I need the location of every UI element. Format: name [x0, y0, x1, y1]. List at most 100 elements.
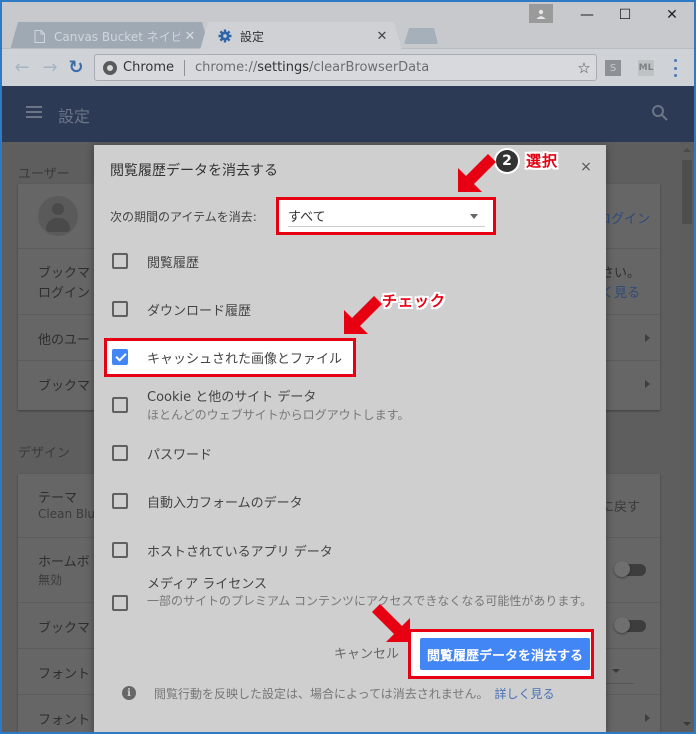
maximize-button[interactable]: ☐: [605, 4, 645, 26]
row-label: フォント: [38, 713, 91, 728]
tab-title: Canvas Bucket ネイビー | す: [54, 29, 180, 44]
tab-canvas-bucket[interactable]: Canvas Bucket ネイビー | す ✕: [10, 22, 210, 50]
bookmark-star-icon[interactable]: ☆: [572, 59, 596, 77]
checkbox-label: メディア ライセンス: [147, 577, 267, 592]
close-icon[interactable]: ×: [578, 159, 594, 175]
checkbox-row-media-licenses[interactable]: メディア ライセンス 一部のサイトのプレミアム コンテンツにアクセスできなくなる…: [94, 571, 606, 633]
time-range-select[interactable]: すべて: [281, 202, 491, 230]
browser-window: Canvas Bucket ネイビー | す ✕ 設定 ✕ — ☐ ✕ ← → …: [2, 2, 694, 732]
tab-settings[interactable]: 設定 ✕: [200, 22, 402, 50]
title-bar: Canvas Bucket ネイビー | す ✕ 設定 ✕ — ☐ ✕: [2, 2, 694, 50]
close-icon[interactable]: ✕: [180, 29, 200, 44]
checkbox-row-hosted-app-data[interactable]: ホストされているアプリ データ: [94, 538, 606, 562]
home-button-toggle[interactable]: [614, 561, 648, 577]
scroll-thumb[interactable]: [682, 160, 692, 224]
checkbox-browsing-history[interactable]: [112, 253, 128, 269]
arrow-right-icon: [645, 714, 650, 722]
check-annotation-label: チェック: [382, 292, 447, 310]
checkbox-autofill[interactable]: [112, 493, 128, 509]
checkbox-label: 閲覧履歴: [147, 256, 200, 271]
row-label: ホームボ: [38, 555, 90, 570]
checkbox-download-history[interactable]: [112, 301, 128, 317]
scroll-down-icon[interactable]: [683, 722, 691, 726]
page-title: 設定: [58, 107, 91, 126]
section-label-design: デザイン: [18, 446, 71, 461]
checkbox-media-licenses[interactable]: [112, 595, 128, 611]
minimize-button[interactable]: —: [567, 4, 607, 26]
avatar: [38, 196, 78, 236]
scroll-up-icon[interactable]: [683, 148, 691, 152]
person-icon: [536, 9, 546, 19]
new-tab-button[interactable]: [404, 28, 438, 44]
row-label: 他のユー: [38, 333, 91, 348]
select-annotation-label: 選択: [526, 152, 559, 170]
row-label: テーマ: [38, 491, 78, 506]
checkbox-label: パスワード: [147, 448, 213, 463]
footer-text: 閲覧行動を反映した設定は、場合によっては消去されません。: [154, 687, 483, 701]
checkbox-passwords[interactable]: [112, 445, 128, 461]
row-label: フォント: [38, 667, 91, 682]
clear-data-button[interactable]: 閲覧履歴データを消去する: [420, 638, 590, 670]
checkbox-label: ダウンロード履歴: [147, 304, 252, 319]
extension-s-icon[interactable]: S: [605, 60, 621, 76]
page-scrollbar[interactable]: [680, 142, 694, 732]
checkbox-row-browsing-history[interactable]: 閲覧履歴: [94, 249, 606, 273]
tab-title: 設定: [240, 29, 265, 44]
hamburger-menu-icon[interactable]: [26, 106, 42, 118]
row-label: ブックマ: [38, 266, 91, 281]
dropdown-caret-icon[interactable]: [612, 669, 620, 673]
section-label-users: ユーザー: [18, 167, 70, 182]
learn-more-link[interactable]: 詳しく見る: [494, 687, 554, 701]
checkbox-label: ホストされているアプリ データ: [147, 545, 333, 560]
time-range-label: 次の期間のアイテムを消去:: [110, 210, 257, 224]
row-sub: ログイン: [38, 286, 91, 301]
checkbox-row-cookies[interactable]: Cookie と他のサイト データ ほとんどのウェブサイトからログアウトします。: [94, 385, 606, 425]
clear-browsing-data-dialog: 閲覧履歴データを消去する × 次の期間のアイテムを消去: すべて 閲覧履歴 ダウ…: [94, 145, 606, 732]
page-icon: [32, 29, 46, 43]
annotation-arrow-icon: [344, 296, 382, 334]
browser-menu-icon[interactable]: [672, 59, 678, 77]
browser-toolbar: ← → ↻ Chrome chrome://settings/clearBrow…: [2, 48, 694, 86]
checkbox-cached-images[interactable]: [112, 349, 128, 365]
close-icon[interactable]: ✕: [372, 29, 392, 44]
origin-label: Chrome: [123, 60, 174, 75]
annotation-arrow-icon: [372, 604, 410, 642]
checkbox-cookies[interactable]: [112, 397, 128, 413]
step-number-badge: 2: [496, 150, 518, 172]
chevron-down-icon: [470, 214, 478, 219]
reload-button[interactable]: ↻: [64, 55, 88, 79]
checkbox-description: ほとんどのウェブサイトからログアウトします。: [147, 408, 410, 422]
settings-header: 設定: [2, 86, 694, 142]
row-sub: Clean Blu: [38, 507, 96, 521]
checkbox-row-autofill[interactable]: 自動入力フォームのデータ: [94, 489, 606, 513]
forward-button[interactable]: →: [38, 55, 62, 79]
bookmarks-bar-toggle[interactable]: [614, 617, 648, 633]
row-sub: 無効: [38, 573, 63, 587]
select-underline: [288, 226, 485, 227]
chrome-icon: [103, 60, 117, 75]
checkbox-label: Cookie と他のサイト データ: [147, 390, 317, 405]
divider: [184, 59, 185, 76]
annotation-arrow-icon: [458, 154, 496, 192]
checkbox-row-passwords[interactable]: パスワード: [94, 441, 606, 465]
profile-button[interactable]: [529, 4, 553, 23]
checkbox-hosted-app-data[interactable]: [112, 542, 128, 558]
extension-ml-icon[interactable]: ML: [638, 60, 654, 76]
checkbox-label: キャッシュされた画像とファイル: [147, 352, 343, 367]
info-icon: i: [122, 686, 136, 700]
close-window-button[interactable]: ✕: [652, 4, 692, 26]
row-label: ブックマ: [38, 379, 91, 394]
checkbox-label: 自動入力フォームのデータ: [147, 496, 303, 511]
search-icon[interactable]: [651, 104, 669, 122]
arrow-right-icon: [645, 334, 650, 342]
footer-note: 閲覧行動を反映した設定は、場合によっては消去されません。 詳しく見る: [154, 684, 594, 705]
checkbox-row-cached-images[interactable]: キャッシュされた画像とファイル: [94, 345, 606, 369]
address-bar[interactable]: Chrome chrome://settings/clearBrowserDat…: [94, 54, 597, 81]
gear-icon: [218, 29, 232, 43]
url-text: chrome://settings/clearBrowserData: [195, 60, 430, 75]
row-label: ブックマ: [38, 621, 91, 636]
dialog-title: 閲覧履歴データを消去する: [110, 163, 278, 179]
back-button[interactable]: ←: [10, 55, 34, 79]
arrow-right-icon: [645, 380, 650, 388]
time-range-value: すべて: [288, 210, 326, 225]
